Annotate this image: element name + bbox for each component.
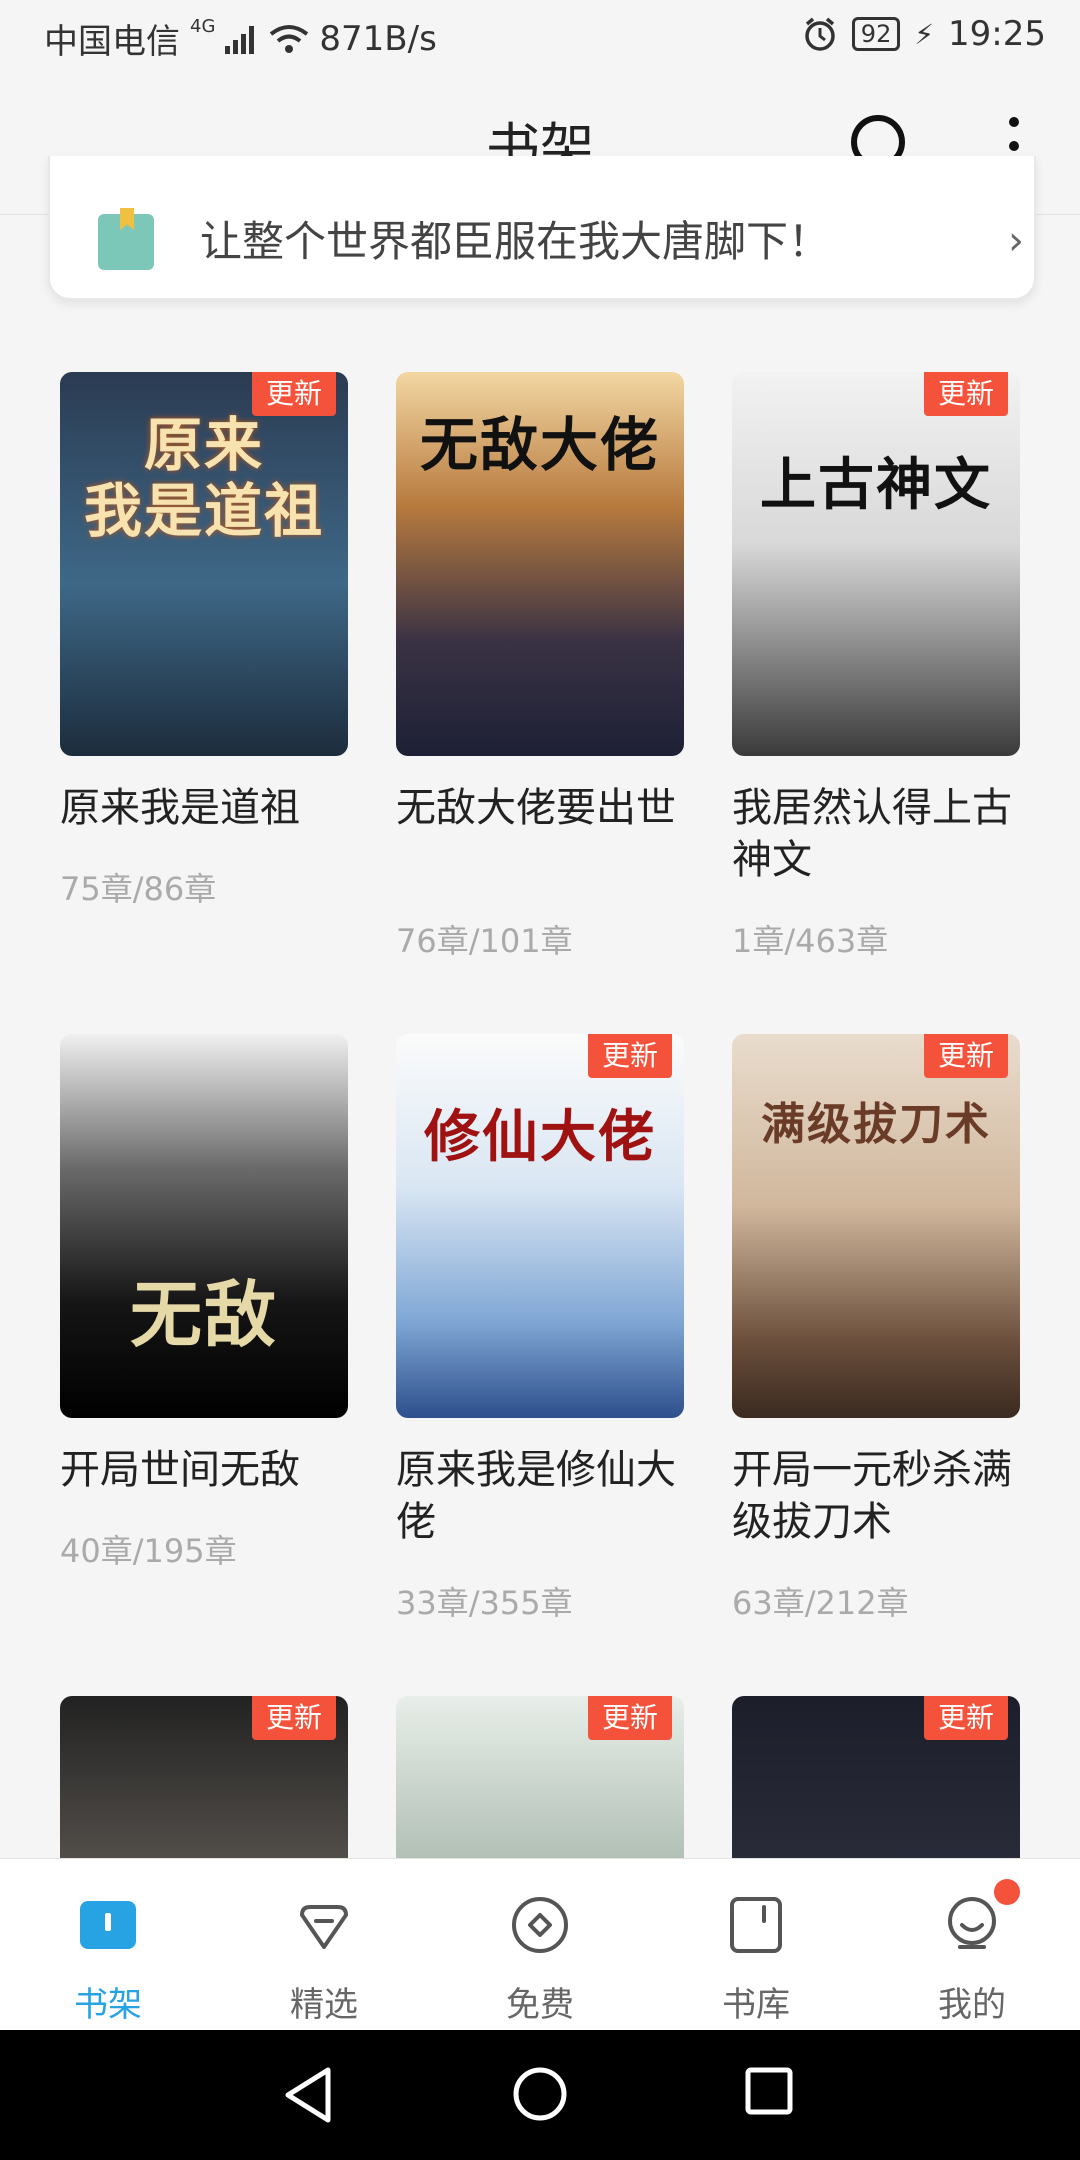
book-cover[interactable]: 更新 <box>732 1696 1020 1858</box>
tab-bookshelf[interactable]: 书架 <box>38 1859 178 2031</box>
free-icon <box>512 1897 568 1953</box>
book-cover[interactable]: 无敌大佬 <box>396 372 684 756</box>
book-cover[interactable]: 更新 <box>60 1696 348 1858</box>
alarm-icon <box>805 17 835 51</box>
tab-free[interactable]: 免费 <box>470 1859 610 2031</box>
wifi-icon <box>270 24 309 53</box>
back-icon[interactable] <box>282 2066 336 2124</box>
carrier-text: 中国电信 <box>44 22 180 62</box>
cover-title-art: 修仙大佬 <box>424 1104 656 1170</box>
home-icon[interactable] <box>512 2066 568 2122</box>
clock: 19:25 <box>948 14 1046 54</box>
book-progress: 75章/86章 <box>60 870 217 908</box>
tab-label: 免费 <box>506 1985 574 2025</box>
battery-level: 92 <box>851 17 901 51</box>
book-cover[interactable]: 满级拔刀术 更新 <box>732 1034 1020 1418</box>
book-title: 开局一元秒杀满级拔刀术 <box>732 1447 1012 1545</box>
update-badge: 更新 <box>587 1696 672 1740</box>
signal-icon <box>225 25 255 54</box>
tab-profile[interactable]: 我的 <box>902 1859 1042 2031</box>
book-cover[interactable]: 上古神文 更新 <box>732 372 1020 756</box>
book-title: 开局世间无敌 <box>60 1447 300 1493</box>
book-progress: 1章/463章 <box>732 922 889 960</box>
bookshelf-grid: 原来 我是道祖 更新 原来我是道祖 75章/86章 无敌大佬 无敌大佬要出世 76… <box>0 372 1080 1858</box>
cover-title-art: 满级拔刀术 <box>761 1099 991 1150</box>
recommendation-banner[interactable]: 让整个世界都臣服在我大唐脚下！ › <box>48 156 1036 300</box>
tab-label: 精选 <box>290 1985 358 2025</box>
book-title: 原来我是道祖 <box>60 785 300 831</box>
book-cover[interactable]: 修仙大佬 更新 <box>396 1034 684 1418</box>
library-icon <box>730 1897 782 1953</box>
book-cover[interactable]: 原来 我是道祖 更新 <box>60 372 348 756</box>
update-badge: 更新 <box>923 1034 1008 1078</box>
update-badge: 更新 <box>251 372 336 416</box>
book-cover[interactable]: 更新 <box>396 1696 684 1858</box>
charging-icon: ⚡ <box>914 17 935 51</box>
book-icon <box>98 214 154 270</box>
tab-library[interactable]: 书库 <box>686 1859 826 2031</box>
diamond-icon <box>300 1905 348 1949</box>
book-title: 我居然认得上古神文 <box>732 785 1012 883</box>
book-progress: 63章/212章 <box>732 1584 909 1622</box>
system-navigation-bar <box>0 2030 1080 2160</box>
book-progress: 76章/101章 <box>396 922 573 960</box>
bottom-navigation: 书架 精选 免费 书库 我的 <box>0 1858 1080 2031</box>
book-progress: 40章/195章 <box>60 1532 237 1570</box>
update-badge: 更新 <box>923 1696 1008 1740</box>
recent-apps-icon[interactable] <box>744 2066 794 2116</box>
tab-label: 书库 <box>722 1985 790 2025</box>
network-speed: 871B/s <box>319 18 437 59</box>
book-cover[interactable]: 无敌 <box>60 1034 348 1418</box>
banner-text: 让整个世界都臣服在我大唐脚下！ <box>200 217 831 266</box>
book-title: 原来我是修仙大佬 <box>396 1447 676 1545</box>
update-badge: 更新 <box>923 372 1008 416</box>
notification-dot <box>994 1879 1020 1905</box>
chevron-right-icon: › <box>1008 218 1024 264</box>
bookshelf-icon <box>80 1901 136 1949</box>
update-badge: 更新 <box>587 1034 672 1078</box>
profile-icon <box>948 1897 996 1949</box>
status-left: 中国电信 4G 871B/s <box>44 14 437 63</box>
cover-title-art: 无敌大佬 <box>419 411 660 479</box>
cover-title-art: 无敌 <box>129 1272 278 1357</box>
cover-title-art: 原来 我是道祖 <box>83 411 324 545</box>
update-badge: 更新 <box>251 1696 336 1740</box>
network-type: 4G <box>190 16 216 37</box>
book-title: 无敌大佬要出世 <box>396 785 676 831</box>
status-right: 92 ⚡ 19:25 <box>802 14 1046 54</box>
tab-label: 我的 <box>938 1985 1006 2025</box>
tab-label: 书架 <box>74 1985 142 2025</box>
status-bar: 中国电信 4G 871B/s 92 ⚡ 19:25 <box>0 0 1080 72</box>
tab-featured[interactable]: 精选 <box>254 1859 394 2031</box>
cover-title-art: 上古神文 <box>760 452 992 518</box>
book-progress: 33章/355章 <box>396 1584 573 1622</box>
